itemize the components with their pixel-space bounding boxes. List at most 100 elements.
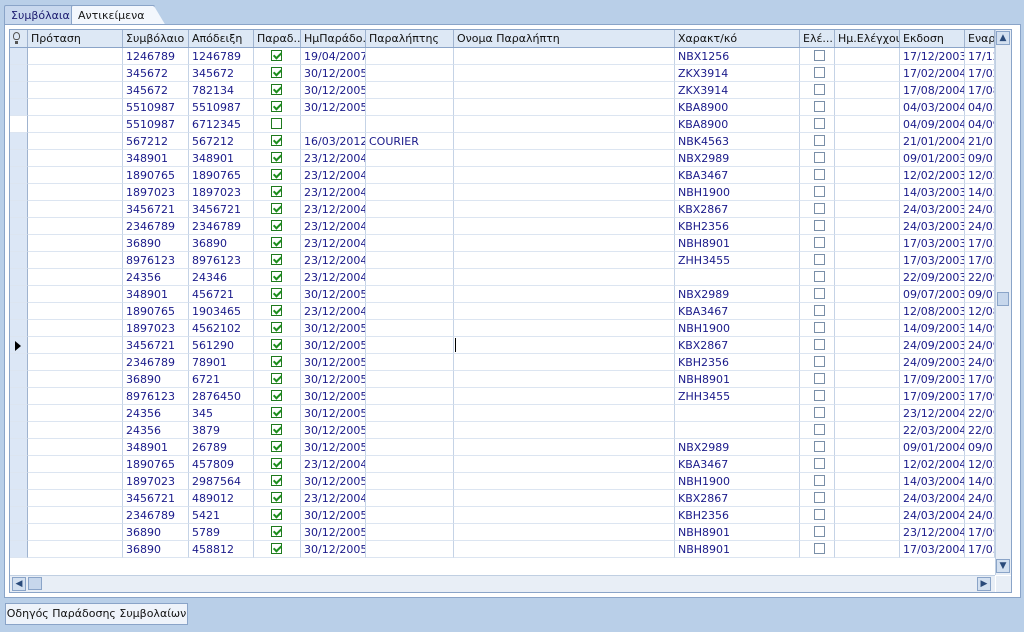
- checked-checkbox[interactable]: [814, 424, 825, 435]
- cell-enarxi[interactable]: 14/09: [965, 320, 995, 337]
- delivered-checkbox[interactable]: [271, 322, 282, 333]
- cell-elegxos[interactable]: [800, 99, 835, 116]
- cell-paraliptis[interactable]: [366, 184, 454, 201]
- cell-ekdosi[interactable]: 17/12/2003: [900, 48, 965, 65]
- cell-hm-paradosis[interactable]: 30/12/2005: [301, 473, 366, 490]
- cell-elegxos[interactable]: [800, 252, 835, 269]
- checked-checkbox[interactable]: [814, 101, 825, 112]
- delivered-checkbox[interactable]: [271, 390, 282, 401]
- cell-selector[interactable]: [10, 337, 28, 354]
- cell-onoma-paralipti[interactable]: [454, 269, 675, 286]
- cell-elegxos[interactable]: [800, 473, 835, 490]
- cell-paradosi[interactable]: [254, 405, 301, 422]
- cell-enarxi[interactable]: 24/03: [965, 218, 995, 235]
- checked-checkbox[interactable]: [814, 441, 825, 452]
- cell-symvolaio[interactable]: 1890765: [123, 167, 189, 184]
- cell-hm-elegxou[interactable]: [835, 490, 900, 507]
- cell-apodeixi[interactable]: 1903465: [189, 303, 254, 320]
- cell-elegxos[interactable]: [800, 354, 835, 371]
- delivered-checkbox[interactable]: [271, 356, 282, 367]
- cell-ekdosi[interactable]: 09/01/2003: [900, 150, 965, 167]
- column-header-protasi[interactable]: Πρόταση: [28, 30, 123, 47]
- cell-enarxi[interactable]: 17/03: [965, 252, 995, 269]
- cell-apodeixi[interactable]: 5789: [189, 524, 254, 541]
- cell-onoma-paralipti[interactable]: [454, 524, 675, 541]
- cell-protasi[interactable]: [28, 371, 123, 388]
- cell-paraliptis[interactable]: [366, 48, 454, 65]
- checked-checkbox[interactable]: [814, 288, 825, 299]
- cell-paraliptis[interactable]: [366, 524, 454, 541]
- cell-onoma-paralipti[interactable]: [454, 48, 675, 65]
- delivered-checkbox[interactable]: [271, 509, 282, 520]
- table-row[interactable]: 36890 458812 30/12/2005 NBH8901 17/03/2004 17…: [10, 541, 995, 558]
- cell-paraliptis[interactable]: [366, 388, 454, 405]
- table-row[interactable]: 36890 5789 30/12/2005 NBH8901 23/12/2004 17/0…: [10, 524, 995, 541]
- delivered-checkbox[interactable]: [271, 475, 282, 486]
- checked-checkbox[interactable]: [814, 492, 825, 503]
- cell-onoma-paralipti[interactable]: [454, 354, 675, 371]
- cell-apodeixi[interactable]: 1890765: [189, 167, 254, 184]
- horizontal-scrollbar[interactable]: ◀ ▶: [10, 575, 995, 592]
- cell-hm-elegxou[interactable]: [835, 337, 900, 354]
- cell-ekdosi[interactable]: 24/03/2003: [900, 218, 965, 235]
- cell-onoma-paralipti[interactable]: [454, 320, 675, 337]
- cell-paradosi[interactable]: [254, 524, 301, 541]
- cell-charaktiristiko[interactable]: NBX2989: [675, 286, 800, 303]
- checked-checkbox[interactable]: [814, 220, 825, 231]
- cell-elegxos[interactable]: [800, 439, 835, 456]
- cell-hm-paradosis[interactable]: 30/12/2005: [301, 405, 366, 422]
- delivered-checkbox[interactable]: [271, 118, 282, 129]
- cell-ekdosi[interactable]: 22/09/2003: [900, 269, 965, 286]
- cell-apodeixi[interactable]: 345672: [189, 65, 254, 82]
- cell-protasi[interactable]: [28, 48, 123, 65]
- cell-charaktiristiko[interactable]: KBH2356: [675, 507, 800, 524]
- cell-hm-paradosis[interactable]: 30/12/2005: [301, 439, 366, 456]
- cell-hm-paradosis[interactable]: 30/12/2005: [301, 354, 366, 371]
- cell-selector[interactable]: [10, 507, 28, 524]
- cell-ekdosi[interactable]: 14/03/2003: [900, 184, 965, 201]
- cell-protasi[interactable]: [28, 82, 123, 99]
- cell-apodeixi[interactable]: 2987564: [189, 473, 254, 490]
- cell-protasi[interactable]: [28, 490, 123, 507]
- table-row[interactable]: 2346789 2346789 23/12/2004 KBH2356 24/03/200…: [10, 218, 995, 235]
- column-header-apodeixi[interactable]: Απόδειξη: [189, 30, 254, 47]
- cell-hm-elegxou[interactable]: [835, 371, 900, 388]
- checked-checkbox[interactable]: [814, 305, 825, 316]
- cell-symvolaio[interactable]: 348901: [123, 150, 189, 167]
- column-header-elegxos[interactable]: Ελέ...: [800, 30, 835, 47]
- cell-paraliptis[interactable]: [366, 422, 454, 439]
- delivered-checkbox[interactable]: [271, 203, 282, 214]
- table-row[interactable]: 8976123 2876450 30/12/2005 ZHH3455 17/09/200…: [10, 388, 995, 405]
- cell-apodeixi[interactable]: 1897023: [189, 184, 254, 201]
- cell-protasi[interactable]: [28, 524, 123, 541]
- column-header-charaktiristiko[interactable]: Χαρακτ/κό: [675, 30, 800, 47]
- cell-elegxos[interactable]: [800, 65, 835, 82]
- cell-hm-paradosis[interactable]: 30/12/2005: [301, 541, 366, 558]
- cell-apodeixi[interactable]: 3879: [189, 422, 254, 439]
- column-header-paradosi[interactable]: Παραδ...: [254, 30, 301, 47]
- checked-checkbox[interactable]: [814, 152, 825, 163]
- cell-protasi[interactable]: [28, 133, 123, 150]
- cell-ekdosi[interactable]: 23/12/2004: [900, 524, 965, 541]
- cell-protasi[interactable]: [28, 201, 123, 218]
- cell-hm-elegxou[interactable]: [835, 524, 900, 541]
- table-row[interactable]: 1897023 4562102 30/12/2005 NBH1900 14/09/200…: [10, 320, 995, 337]
- cell-apodeixi[interactable]: 2346789: [189, 218, 254, 235]
- cell-protasi[interactable]: [28, 541, 123, 558]
- cell-hm-elegxou[interactable]: [835, 473, 900, 490]
- column-header-hm-elegxou[interactable]: Ημ.Ελέγχου: [835, 30, 900, 47]
- column-header-onoma-paralipti[interactable]: Ονομα Παραλήπτη: [454, 30, 675, 47]
- delivered-checkbox[interactable]: [271, 288, 282, 299]
- cell-hm-paradosis[interactable]: 16/03/2012: [301, 133, 366, 150]
- column-header-paraliptis[interactable]: Παραλήπτης: [366, 30, 454, 47]
- cell-paraliptis[interactable]: [366, 473, 454, 490]
- cell-enarxi[interactable]: 24/03: [965, 201, 995, 218]
- cell-hm-paradosis[interactable]: 30/12/2005: [301, 82, 366, 99]
- cell-enarxi[interactable]: 17/09: [965, 524, 995, 541]
- checked-checkbox[interactable]: [814, 186, 825, 197]
- cell-selector[interactable]: [10, 184, 28, 201]
- cell-paradosi[interactable]: [254, 303, 301, 320]
- cell-selector[interactable]: [10, 167, 28, 184]
- cell-apodeixi[interactable]: 5510987: [189, 99, 254, 116]
- cell-hm-paradosis[interactable]: [301, 116, 366, 133]
